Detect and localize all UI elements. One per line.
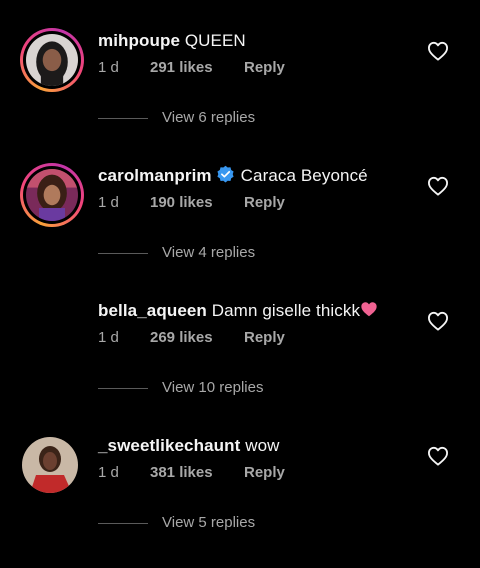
comment-line: carolmanprim Caraca Beyoncé	[98, 165, 368, 187]
username[interactable]: bella_aqueen	[98, 301, 207, 320]
comment-line: _sweetlikechaunt wow	[98, 435, 280, 457]
username[interactable]: mihpoupe	[98, 31, 180, 50]
reply-button[interactable]: Reply	[244, 58, 285, 78]
comment-meta: 1 d 381 likes Reply	[98, 463, 285, 483]
view-replies-label: View 10 replies	[162, 379, 264, 396]
comment-item: mihpoupe QUEEN 1 d 291 likes Reply View 6 …	[0, 28, 480, 163]
comment-line: bella_aqueen Damn giselle thickk	[98, 300, 378, 322]
replies-divider	[98, 388, 148, 389]
view-replies-label: View 6 replies	[162, 109, 256, 126]
avatar	[26, 169, 78, 221]
view-replies-label: View 4 replies	[162, 244, 256, 261]
likes-count[interactable]: 269 likes	[150, 328, 244, 348]
avatar-story-ring[interactable]	[20, 28, 84, 92]
comment-item: _sweetlikechaunt wow 1 d 381 likes Reply V…	[0, 433, 480, 568]
username[interactable]: _sweetlikechaunt	[98, 436, 240, 455]
comment-text: QUEEN	[184, 31, 246, 50]
replies-divider	[98, 118, 148, 119]
reply-button[interactable]: Reply	[244, 463, 285, 483]
username[interactable]: carolmanprim	[98, 166, 212, 185]
likes-count[interactable]: 190 likes	[150, 193, 244, 213]
avatar[interactable]	[22, 437, 78, 493]
comment-line: mihpoupe QUEEN	[98, 30, 246, 52]
replies-divider	[98, 523, 148, 524]
likes-count[interactable]: 291 likes	[150, 58, 244, 78]
replies-divider	[98, 253, 148, 254]
likes-count[interactable]: 381 likes	[150, 463, 244, 483]
heart-icon[interactable]	[427, 311, 449, 331]
heart-icon[interactable]	[427, 176, 449, 196]
comment-meta: 1 d 190 likes Reply	[98, 193, 285, 213]
comment-item: bella_aqueen Damn giselle thickk 1 d 269 …	[0, 298, 480, 433]
reply-button[interactable]: Reply	[244, 193, 285, 213]
heart-icon[interactable]	[427, 446, 449, 466]
timestamp: 1 d	[98, 59, 119, 76]
heart-icon[interactable]	[427, 41, 449, 61]
avatar-photo	[22, 437, 78, 493]
verified-badge-icon	[217, 165, 234, 183]
avatar	[26, 34, 78, 86]
timestamp: 1 d	[98, 194, 119, 211]
comment-meta: 1 d 291 likes Reply	[98, 58, 285, 78]
view-replies-label: View 5 replies	[162, 514, 256, 531]
comment-meta: 1 d 269 likes Reply	[98, 328, 285, 348]
pink-heart-icon	[361, 302, 377, 317]
comment-text: wow	[245, 436, 280, 455]
reply-button[interactable]: Reply	[244, 328, 285, 348]
timestamp: 1 d	[98, 464, 119, 481]
avatar-story-ring[interactable]	[20, 163, 84, 227]
comment-item: carolmanprim Caraca Beyoncé 1 d 190 likes…	[0, 163, 480, 298]
timestamp: 1 d	[98, 329, 119, 346]
comment-text: Caraca Beyoncé	[240, 166, 368, 185]
comment-text: Damn giselle thickk	[211, 301, 361, 320]
